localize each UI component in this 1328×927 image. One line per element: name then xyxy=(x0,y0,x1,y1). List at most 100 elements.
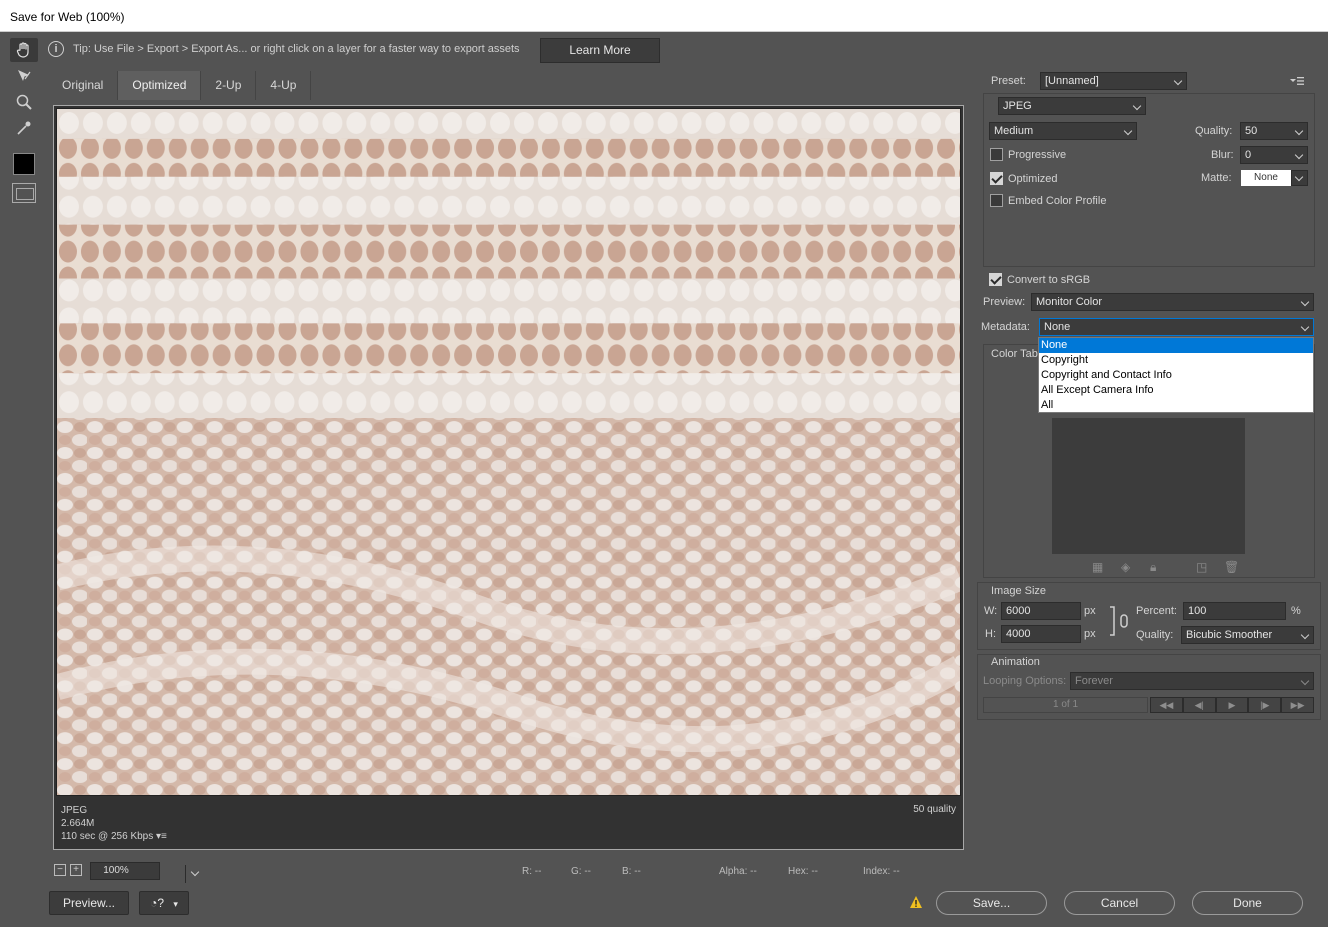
quality-input[interactable]: 50 xyxy=(1240,122,1308,140)
height-label: H: xyxy=(985,628,996,640)
cancel-button[interactable]: Cancel xyxy=(1064,891,1175,915)
zoom-tool-icon[interactable] xyxy=(10,90,38,114)
learn-more-button[interactable]: Learn More xyxy=(540,38,660,63)
image-info: JPEG 2.664M 110 sec @ 256 Kbps ▾≡ xyxy=(61,804,167,843)
info-icon: i xyxy=(48,41,64,57)
convert-srgb-label: Convert to sRGB xyxy=(1007,274,1091,286)
optimized-checkbox[interactable] xyxy=(990,172,1003,185)
convert-srgb-checkbox[interactable] xyxy=(989,273,1002,286)
metadata-option-copyright[interactable]: Copyright xyxy=(1039,353,1313,368)
looping-options-label: Looping Options: xyxy=(983,675,1067,687)
file-format-select[interactable]: JPEG xyxy=(998,97,1146,115)
download-time: 110 sec @ 256 Kbps ▾≡ xyxy=(61,831,167,842)
image-file-size: 2.664M xyxy=(61,818,95,829)
toggle-slices-icon[interactable] xyxy=(12,183,36,203)
image-size-title: Image Size xyxy=(991,585,1047,597)
link-icon[interactable] xyxy=(1108,605,1132,637)
optimized-label: Optimized xyxy=(1008,173,1058,185)
quality-label: Quality: xyxy=(1195,125,1233,137)
frame-counter: 1 of 1 xyxy=(983,697,1148,713)
metadata-option-all[interactable]: All xyxy=(1039,398,1313,413)
resample-quality-label: Quality: xyxy=(1136,629,1174,641)
metadata-option-copyright-contact[interactable]: Copyright and Contact Info xyxy=(1039,368,1313,383)
index-readout: Index: -- xyxy=(863,866,900,877)
tab-4-up[interactable]: 4-Up xyxy=(256,71,312,100)
width-input[interactable]: 6000 xyxy=(1001,602,1081,620)
animation-controls: ◀◀ ◀| ▶ |▶ ▶▶ xyxy=(1150,697,1314,713)
red-readout: R: -- xyxy=(522,866,542,877)
progressive-checkbox[interactable] xyxy=(990,148,1003,161)
preview-area: Original Optimized 2-Up 4-Up JPEG 2.664M… xyxy=(48,71,969,854)
matte-swatch[interactable]: None xyxy=(1241,170,1291,186)
eyedropper-color-swatch[interactable] xyxy=(13,153,35,175)
first-frame-icon[interactable]: ◀◀ xyxy=(1150,697,1183,713)
download-menu-icon[interactable]: ▾≡ xyxy=(156,831,167,842)
tab-2-up[interactable]: 2-Up xyxy=(201,71,257,100)
lock-icon: 🔒︎ xyxy=(1150,560,1157,574)
blur-label: Blur: xyxy=(1211,149,1234,161)
resample-quality-select[interactable]: Bicubic Smoother xyxy=(1181,626,1314,644)
play-icon[interactable]: ▶ xyxy=(1215,697,1249,713)
preset-select[interactable]: [Unnamed] xyxy=(1040,72,1187,90)
window-title: Save for Web (100%) xyxy=(0,0,1328,32)
tab-original[interactable]: Original xyxy=(48,71,119,100)
percent-label: Percent: xyxy=(1136,605,1177,617)
width-label: W: xyxy=(984,605,998,617)
woven-fabric-image xyxy=(57,109,960,795)
blue-readout: B: -- xyxy=(622,866,641,877)
next-frame-icon[interactable]: |▶ xyxy=(1248,697,1282,713)
save-button[interactable]: Save... xyxy=(936,891,1047,915)
map-transparent-icon: ▦ xyxy=(1092,560,1104,574)
browser-preview-button[interactable]: ◔? ▾ xyxy=(139,891,189,915)
preview-button[interactable]: Preview... xyxy=(49,891,129,915)
done-button[interactable]: Done xyxy=(1192,891,1303,915)
preview-color-select[interactable]: Monitor Color xyxy=(1031,293,1314,311)
color-table-label: Color Tab xyxy=(991,348,1038,360)
hex-readout: Hex: -- xyxy=(788,866,818,877)
image-format: JPEG xyxy=(61,805,88,816)
preset-label: Preset: xyxy=(991,75,1026,87)
new-color-icon: ◳ xyxy=(1196,560,1208,574)
green-readout: G: -- xyxy=(571,866,591,877)
metadata-select[interactable]: None xyxy=(1039,318,1314,336)
image-preview[interactable] xyxy=(56,108,961,796)
percent-unit: % xyxy=(1291,605,1301,617)
alpha-readout: Alpha: -- xyxy=(719,866,757,877)
readout-bar: − + 100% R: -- G: -- B: -- Alpha: -- Hex… xyxy=(48,860,969,883)
warning-icon xyxy=(910,896,922,908)
eyedropper-tool-icon[interactable] xyxy=(10,116,38,140)
embed-color-profile-checkbox[interactable] xyxy=(990,194,1003,207)
tip-bar: i Tip: Use File > Export > Export As... … xyxy=(44,36,1328,66)
height-input[interactable]: 4000 xyxy=(1001,625,1081,643)
animation-title: Animation xyxy=(991,656,1040,668)
metadata-label: Metadata: xyxy=(981,321,1030,333)
preview-label: Preview: xyxy=(983,296,1026,308)
color-table xyxy=(1052,418,1245,554)
tab-optimized[interactable]: Optimized xyxy=(118,71,202,100)
matte-dropdown[interactable] xyxy=(1291,170,1308,186)
web-shift-icon: ◈ xyxy=(1121,560,1131,574)
slice-select-tool-icon[interactable] xyxy=(10,64,38,88)
zoom-out-button[interactable]: − xyxy=(54,864,66,876)
width-unit: px xyxy=(1084,605,1096,617)
percent-input[interactable]: 100 xyxy=(1183,602,1286,620)
embed-color-profile-label: Embed Color Profile xyxy=(1008,195,1107,207)
looping-options-select[interactable]: Forever xyxy=(1070,672,1314,690)
previous-frame-icon[interactable]: ◀| xyxy=(1182,697,1216,713)
metadata-option-all-except-camera[interactable]: All Except Camera Info xyxy=(1039,383,1313,398)
matte-label: Matte: xyxy=(1201,172,1232,184)
last-frame-icon[interactable]: ▶▶ xyxy=(1281,697,1314,713)
trash-icon: 🗑︎ xyxy=(1224,560,1240,574)
quality-level-select[interactable]: Medium xyxy=(989,122,1137,140)
metadata-option-none[interactable]: None xyxy=(1039,338,1313,353)
browser-icon: ◔? xyxy=(150,896,165,910)
optimized-image-frame: JPEG 2.664M 110 sec @ 256 Kbps ▾≡ 50 qua… xyxy=(53,105,964,850)
progressive-label: Progressive xyxy=(1008,149,1067,161)
blur-input[interactable]: 0 xyxy=(1240,146,1308,164)
zoom-in-button[interactable]: + xyxy=(70,864,82,876)
hand-tool-icon[interactable] xyxy=(10,38,38,62)
chevron-down-icon[interactable]: ▾ xyxy=(173,899,178,909)
panel-menu-icon[interactable] xyxy=(1289,76,1305,86)
quality-note: 50 quality xyxy=(913,804,956,815)
zoom-level-select[interactable]: 100% xyxy=(90,862,200,883)
